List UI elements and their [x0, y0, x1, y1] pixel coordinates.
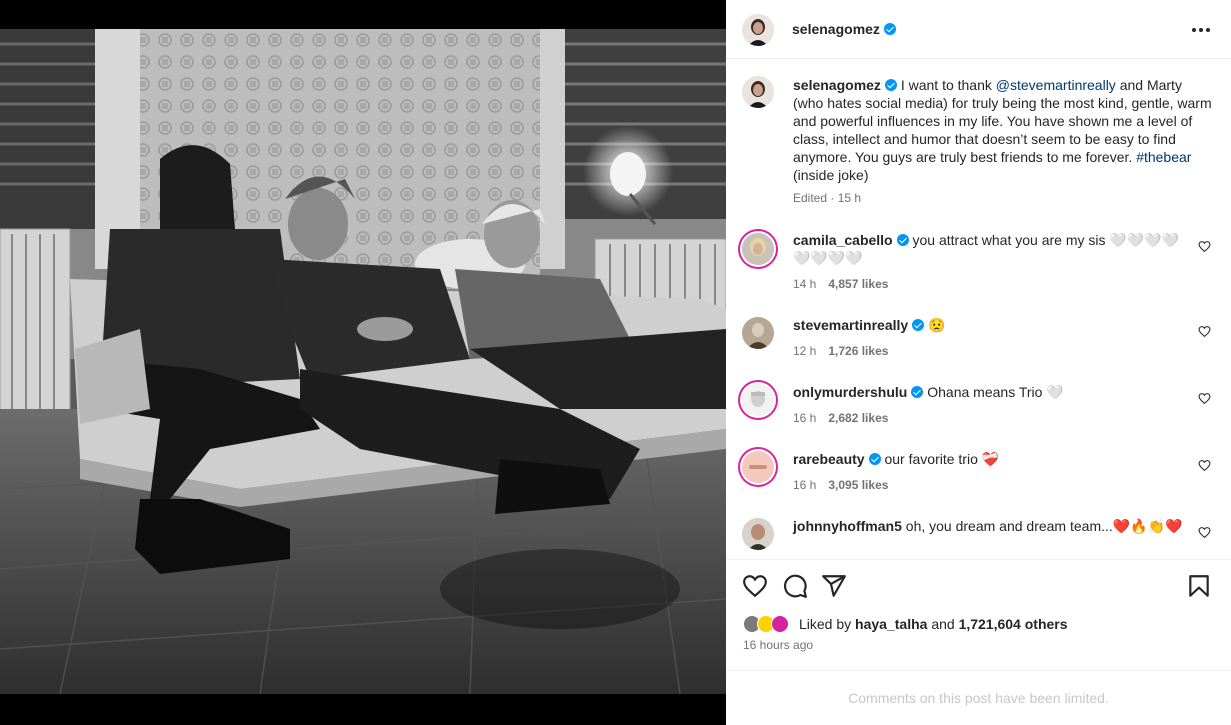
caption-text-part: I want to thank	[900, 77, 996, 93]
author-username-text[interactable]: selenagomez	[792, 21, 880, 37]
commenter-username[interactable]: johnnyhoffman5	[793, 518, 902, 534]
comment-like-heart-icon[interactable]	[1198, 325, 1211, 338]
more-options-icon[interactable]	[1189, 18, 1213, 42]
commenter-avatar[interactable]	[742, 233, 774, 265]
comment-text: camila_cabello you attract what you are …	[793, 231, 1193, 267]
comment-body: Ohana means Trio 🤍	[927, 384, 1064, 400]
caption-meta: Edited · 15 h	[793, 191, 862, 205]
commenter-username[interactable]: stevemartinreally	[793, 317, 908, 333]
caption-hashtag-link[interactable]: #thebear	[1136, 149, 1191, 165]
author-avatar[interactable]	[742, 14, 774, 46]
comment-meta: 16 h 2,682 likes	[793, 411, 888, 425]
comment-like-heart-icon[interactable]	[1198, 240, 1211, 253]
comment-body: oh, you dream and dream team...❤️🔥👏❤️	[905, 518, 1183, 534]
post-header: selenagomez	[726, 0, 1231, 59]
comment-like-heart-icon[interactable]	[1198, 459, 1211, 472]
comment-text: stevemartinreally 😟	[793, 316, 1193, 334]
post-media	[0, 0, 726, 725]
liked-by-user[interactable]: haya_talha	[855, 616, 927, 632]
verified-badge-icon	[911, 386, 924, 398]
comment-likes[interactable]: 1,726 likes	[828, 344, 888, 358]
liked-by-others[interactable]: 1,721,604 others	[959, 616, 1068, 632]
post-photo[interactable]	[0, 29, 726, 694]
author-username[interactable]: selenagomez	[792, 21, 896, 37]
comment-time: 14 h	[793, 277, 817, 291]
comment-body: 😟	[928, 317, 946, 333]
commenter-avatar[interactable]	[742, 317, 774, 349]
comment-likes[interactable]: 3,095 likes	[828, 478, 888, 492]
comment-meta: 14 h 4,857 likes	[793, 277, 888, 291]
comment-text: johnnyhoffman5 oh, you dream and dream t…	[793, 517, 1193, 535]
comment-text: rarebeauty our favorite trio ❤️‍🩹	[793, 450, 1193, 468]
liker-avatar	[771, 615, 789, 633]
commenter-avatar[interactable]	[742, 518, 774, 550]
comment-icon[interactable]	[782, 573, 808, 599]
comments-limited-notice: Comments on this post have been limited.	[726, 670, 1231, 725]
post-timestamp[interactable]: 16 hours ago	[743, 638, 813, 652]
comments-list[interactable]: selenagomez I want to thank @stevemartin…	[726, 60, 1231, 559]
commenter-username[interactable]: rarebeauty	[793, 451, 865, 467]
comment-like-heart-icon[interactable]	[1198, 392, 1211, 405]
caption-username[interactable]: selenagomez	[793, 77, 881, 93]
commenter-username[interactable]: camila_cabello	[793, 232, 893, 248]
verified-badge-icon	[883, 23, 896, 35]
share-icon[interactable]	[821, 573, 847, 599]
commenter-avatar[interactable]	[742, 451, 774, 483]
post-actions: Liked by haya_talha and 1,721,604 others…	[726, 559, 1231, 670]
comment-likes[interactable]: 2,682 likes	[828, 411, 888, 425]
post-sidebar: selenagomez selenagomez I want to thank …	[726, 0, 1231, 725]
commenter-avatar[interactable]	[742, 384, 774, 416]
comment-like-heart-icon[interactable]	[1198, 526, 1211, 539]
caption-text: selenagomez I want to thank @stevemartin…	[793, 76, 1213, 184]
commenter-username[interactable]: onlymurdershulu	[793, 384, 907, 400]
comment-time: 12 h	[793, 344, 817, 358]
comment-meta: 16 h 3,095 likes	[793, 478, 888, 492]
comment-text: onlymurdershulu Ohana means Trio 🤍	[793, 383, 1193, 401]
instagram-post-modal: selenagomez selenagomez I want to thank …	[0, 0, 1231, 725]
liked-by-and: and	[931, 616, 955, 632]
caption-text-part: (inside joke)	[793, 167, 869, 183]
comment-body: our favorite trio ❤️‍🩹	[884, 451, 1000, 467]
liked-by-avatars[interactable]	[743, 615, 793, 633]
heart-icon[interactable]	[742, 573, 768, 599]
caption-avatar[interactable]	[742, 76, 774, 108]
verified-badge-icon	[868, 453, 881, 465]
verified-badge-icon	[884, 79, 897, 91]
liked-by: Liked by haya_talha and 1,721,604 others	[743, 615, 1068, 633]
comment-likes[interactable]: 4,857 likes	[828, 277, 888, 291]
bookmark-icon[interactable]	[1186, 573, 1212, 599]
verified-badge-icon	[896, 234, 909, 246]
liked-by-prefix: Liked by	[799, 616, 852, 632]
comment-time: 16 h	[793, 411, 817, 425]
caption-mention-link[interactable]: @stevemartinreally	[996, 77, 1116, 93]
verified-badge-icon	[912, 319, 925, 331]
comment-time: 16 h	[793, 478, 817, 492]
comment-meta: 12 h 1,726 likes	[793, 344, 888, 358]
